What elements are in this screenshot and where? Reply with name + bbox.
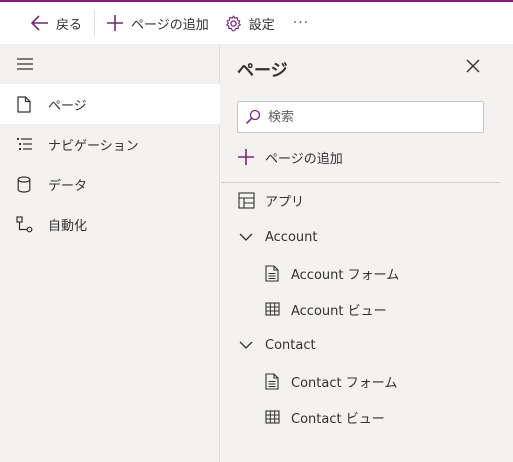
tree-item-label: Account ビュー: [291, 303, 387, 319]
database-icon: [0, 175, 48, 193]
search-icon: [238, 109, 268, 125]
tree-item-label: Account フォーム: [291, 267, 400, 283]
tree-item-contact-form[interactable]: Contact フォーム: [263, 363, 397, 399]
automation-icon: [0, 215, 48, 233]
navigation-icon: [0, 137, 48, 152]
add-page-label: ページの追加: [265, 151, 343, 167]
form-icon: [263, 264, 281, 282]
chevron-down-icon[interactable]: [237, 233, 255, 242]
nav-item-data[interactable]: データ: [0, 164, 220, 204]
search-input[interactable]: [268, 109, 468, 125]
add-page-label: ページの追加: [131, 17, 209, 33]
settings-label: 設定: [248, 17, 275, 33]
tree-item-account-view[interactable]: Account ビュー: [263, 291, 387, 327]
tree-item-account-form[interactable]: Account フォーム: [263, 255, 399, 291]
nav-item-label: ナビゲーション: [48, 138, 139, 154]
back-label: 戻る: [56, 17, 83, 33]
nav-item-label: 自動化: [48, 218, 88, 234]
tree-group-label: Contact: [265, 337, 316, 353]
nav-item-label: データ: [48, 178, 88, 194]
plus-icon: [237, 148, 257, 166]
nav-item-label: ページ: [48, 98, 87, 114]
tree-item-label: アプリ: [265, 194, 305, 210]
plus-icon: [105, 14, 125, 32]
search-box: [237, 101, 484, 133]
nav-item-automation[interactable]: 自動化: [0, 204, 220, 244]
chevron-down-icon[interactable]: [237, 341, 255, 350]
more-label: ···: [292, 15, 310, 31]
form-icon: [263, 372, 281, 390]
tree-group-contact[interactable]: Contact: [237, 327, 316, 363]
tree-group-account[interactable]: Account: [237, 219, 318, 255]
left-navigation: ページ ナビゲーション データ 自動化: [0, 44, 220, 462]
grid-view-icon: [263, 410, 281, 424]
add-page-button[interactable]: ページの追加: [95, 2, 219, 44]
app-designer-icon: [237, 191, 255, 209]
close-icon[interactable]: [465, 58, 483, 76]
panel-title: ページ: [237, 61, 288, 81]
tree-item-label: Contact フォーム: [291, 375, 398, 391]
nav-item-navigation[interactable]: ナビゲーション: [0, 124, 220, 164]
tree-item-label: Contact ビュー: [291, 411, 385, 427]
tree-item-app[interactable]: アプリ: [237, 182, 304, 218]
tree-group-label: Account: [265, 229, 318, 245]
pages-panel: ページ ページの追加 アプリ Account: [221, 44, 500, 462]
settings-button[interactable]: 設定: [219, 2, 285, 44]
gear-icon: [225, 14, 243, 32]
grid-view-icon: [263, 302, 281, 316]
page-icon: [0, 95, 48, 113]
panel-scrollbar[interactable]: [500, 44, 513, 462]
arrow-left-icon: [30, 15, 50, 31]
panel-add-page-button[interactable]: ページの追加: [237, 146, 343, 168]
nav-item-pages[interactable]: ページ: [0, 84, 220, 124]
back-button[interactable]: 戻る: [0, 2, 94, 44]
command-bar: 戻る ページの追加 設定 ···: [0, 2, 513, 44]
hamburger-menu-icon[interactable]: [16, 56, 36, 72]
more-options-button[interactable]: ···: [285, 2, 317, 44]
tree-item-contact-view[interactable]: Contact ビュー: [263, 399, 385, 435]
